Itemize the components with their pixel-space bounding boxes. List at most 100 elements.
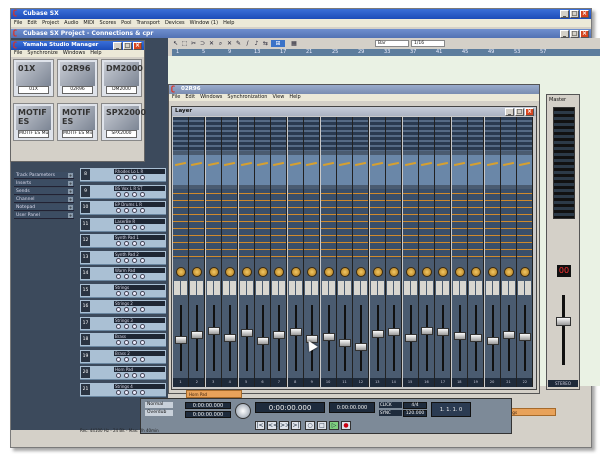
record-enable-button[interactable] <box>132 208 137 213</box>
snap-type-select[interactable]: Bar <box>375 40 409 47</box>
track-row[interactable]: 10 EP Drums L R <box>80 201 166 215</box>
eq-display[interactable] <box>304 155 320 185</box>
mute-button[interactable] <box>116 175 121 180</box>
expand-icon[interactable]: + <box>68 181 73 186</box>
event-part[interactable]: Horn Pad <box>186 390 242 398</box>
mute-button[interactable] <box>116 323 121 329</box>
close-button[interactable]: × <box>580 10 589 18</box>
bus-assign-matrix[interactable] <box>435 189 451 259</box>
bus-assign-matrix[interactable] <box>484 189 500 259</box>
channel-buttons[interactable] <box>321 281 335 295</box>
device-dm2000[interactable]: DM2000 DM2000 <box>101 59 143 97</box>
channel-buttons[interactable] <box>469 281 483 295</box>
menu-transport[interactable]: Transport <box>136 19 159 27</box>
record-enable-button[interactable] <box>132 191 137 197</box>
record-enable-button[interactable] <box>132 373 137 378</box>
right-locator-display[interactable]: 0:00:00.000 <box>185 411 231 418</box>
channel-fader[interactable] <box>388 328 401 337</box>
mx-menu-file[interactable]: File <box>172 94 180 101</box>
channel-buttons[interactable] <box>485 281 499 295</box>
mute-button[interactable] <box>116 307 121 312</box>
channel-buttons[interactable] <box>436 281 450 295</box>
bus-assign-matrix[interactable] <box>501 189 516 259</box>
expand-icon[interactable]: + <box>68 173 73 178</box>
tempo-display[interactable]: 120.000 <box>403 410 427 417</box>
layer-minimize-button[interactable]: _ <box>505 108 514 116</box>
record-enable-button[interactable] <box>132 274 137 279</box>
eq-display[interactable] <box>484 155 500 185</box>
channel-fader[interactable] <box>207 327 220 336</box>
eq-display[interactable] <box>205 155 221 185</box>
mute-tool-icon[interactable]: ✕ <box>226 40 233 47</box>
pan-knob[interactable] <box>208 267 219 277</box>
menu-midi[interactable]: MIDI <box>83 19 94 27</box>
menu-file[interactable]: File <box>14 19 22 27</box>
channel-fader[interactable] <box>503 330 515 339</box>
channel-fader[interactable] <box>322 332 335 341</box>
eq-display[interactable] <box>435 155 451 185</box>
channel-fader[interactable] <box>224 334 237 342</box>
bus-assign-matrix[interactable] <box>189 189 205 259</box>
track-name[interactable]: EP Drums L R <box>114 202 165 207</box>
eq-display[interactable] <box>255 155 270 185</box>
track-row[interactable]: 21 Strings 4 <box>80 382 166 397</box>
bus-assign-matrix[interactable] <box>402 189 418 259</box>
mixer-titlebar[interactable]: ʗ 02R96 <box>169 85 539 94</box>
solo-button[interactable] <box>124 323 129 329</box>
secondary-time-display[interactable]: 0:00:00.000 <box>329 402 375 413</box>
pan-knob[interactable] <box>454 267 465 277</box>
pan-knob[interactable] <box>487 267 498 277</box>
monitor-button[interactable] <box>140 208 145 213</box>
track-row[interactable]: 13 Synth Pad 2 <box>80 250 166 265</box>
channel-fader[interactable] <box>355 342 368 351</box>
expand-icon[interactable]: + <box>68 189 73 194</box>
channel-buttons[interactable] <box>174 281 187 295</box>
solo-button[interactable] <box>124 340 129 345</box>
device-02r96[interactable]: 02R96 02R96 <box>57 59 98 97</box>
eq-display[interactable] <box>222 155 238 185</box>
eq-display[interactable] <box>517 155 533 185</box>
channel-fader[interactable] <box>289 328 302 337</box>
channel-buttons[interactable] <box>190 281 204 295</box>
pan-knob[interactable] <box>241 267 252 277</box>
track-name[interactable]: LaserBe R <box>114 218 165 224</box>
pan-knob[interactable] <box>290 267 301 277</box>
project-close-button[interactable]: × <box>580 30 589 38</box>
record-mode-overdub[interactable]: Overdub <box>145 410 173 416</box>
inspector-user-panel[interactable]: User Panel + <box>14 212 74 219</box>
play-button[interactable]: ▷ <box>329 421 339 430</box>
track-row[interactable]: 20 Horn Pad <box>80 366 166 380</box>
solo-button[interactable] <box>124 175 129 180</box>
mx-menu-view[interactable]: View <box>272 94 284 101</box>
bus-assign-matrix[interactable] <box>287 189 303 259</box>
pan-knob[interactable] <box>422 267 432 277</box>
channel-buttons[interactable] <box>272 281 286 295</box>
goto-start-button[interactable]: |< <box>255 421 265 430</box>
mute-button[interactable] <box>116 241 121 246</box>
track-name[interactable]: Strings 2 <box>114 301 165 306</box>
channel-buttons[interactable] <box>256 281 269 295</box>
time-signature-display[interactable]: 4/4 <box>403 402 427 409</box>
track-name[interactable]: Brass 2 <box>114 350 165 356</box>
sm-menu-help[interactable]: Help <box>90 50 101 57</box>
track-name[interactable]: Strings 3 <box>114 317 165 323</box>
record-enable-button[interactable] <box>132 257 137 263</box>
eq-display[interactable] <box>386 155 402 185</box>
menu-audio[interactable]: Audio <box>64 19 78 27</box>
solo-button[interactable] <box>124 356 129 362</box>
stop-button[interactable]: □ <box>317 421 327 430</box>
eq-display[interactable] <box>173 155 188 185</box>
monitor-button[interactable] <box>140 307 145 312</box>
device-spx2000[interactable]: SPX2000 SPX2000 <box>101 103 146 141</box>
track-row[interactable]: 12 Synth Pad 1 <box>80 234 166 248</box>
solo-button[interactable] <box>124 290 129 296</box>
bus-assign-matrix[interactable] <box>320 189 336 259</box>
bus-assign-matrix[interactable] <box>419 189 434 259</box>
monitor-button[interactable] <box>140 175 145 180</box>
mute-button[interactable] <box>116 356 121 362</box>
record-enable-button[interactable] <box>132 340 137 345</box>
studio-manager-close-button[interactable]: × <box>133 42 142 50</box>
monitor-button[interactable] <box>140 389 145 395</box>
pan-knob[interactable] <box>356 267 367 277</box>
menu-project[interactable]: Project <box>42 19 59 27</box>
